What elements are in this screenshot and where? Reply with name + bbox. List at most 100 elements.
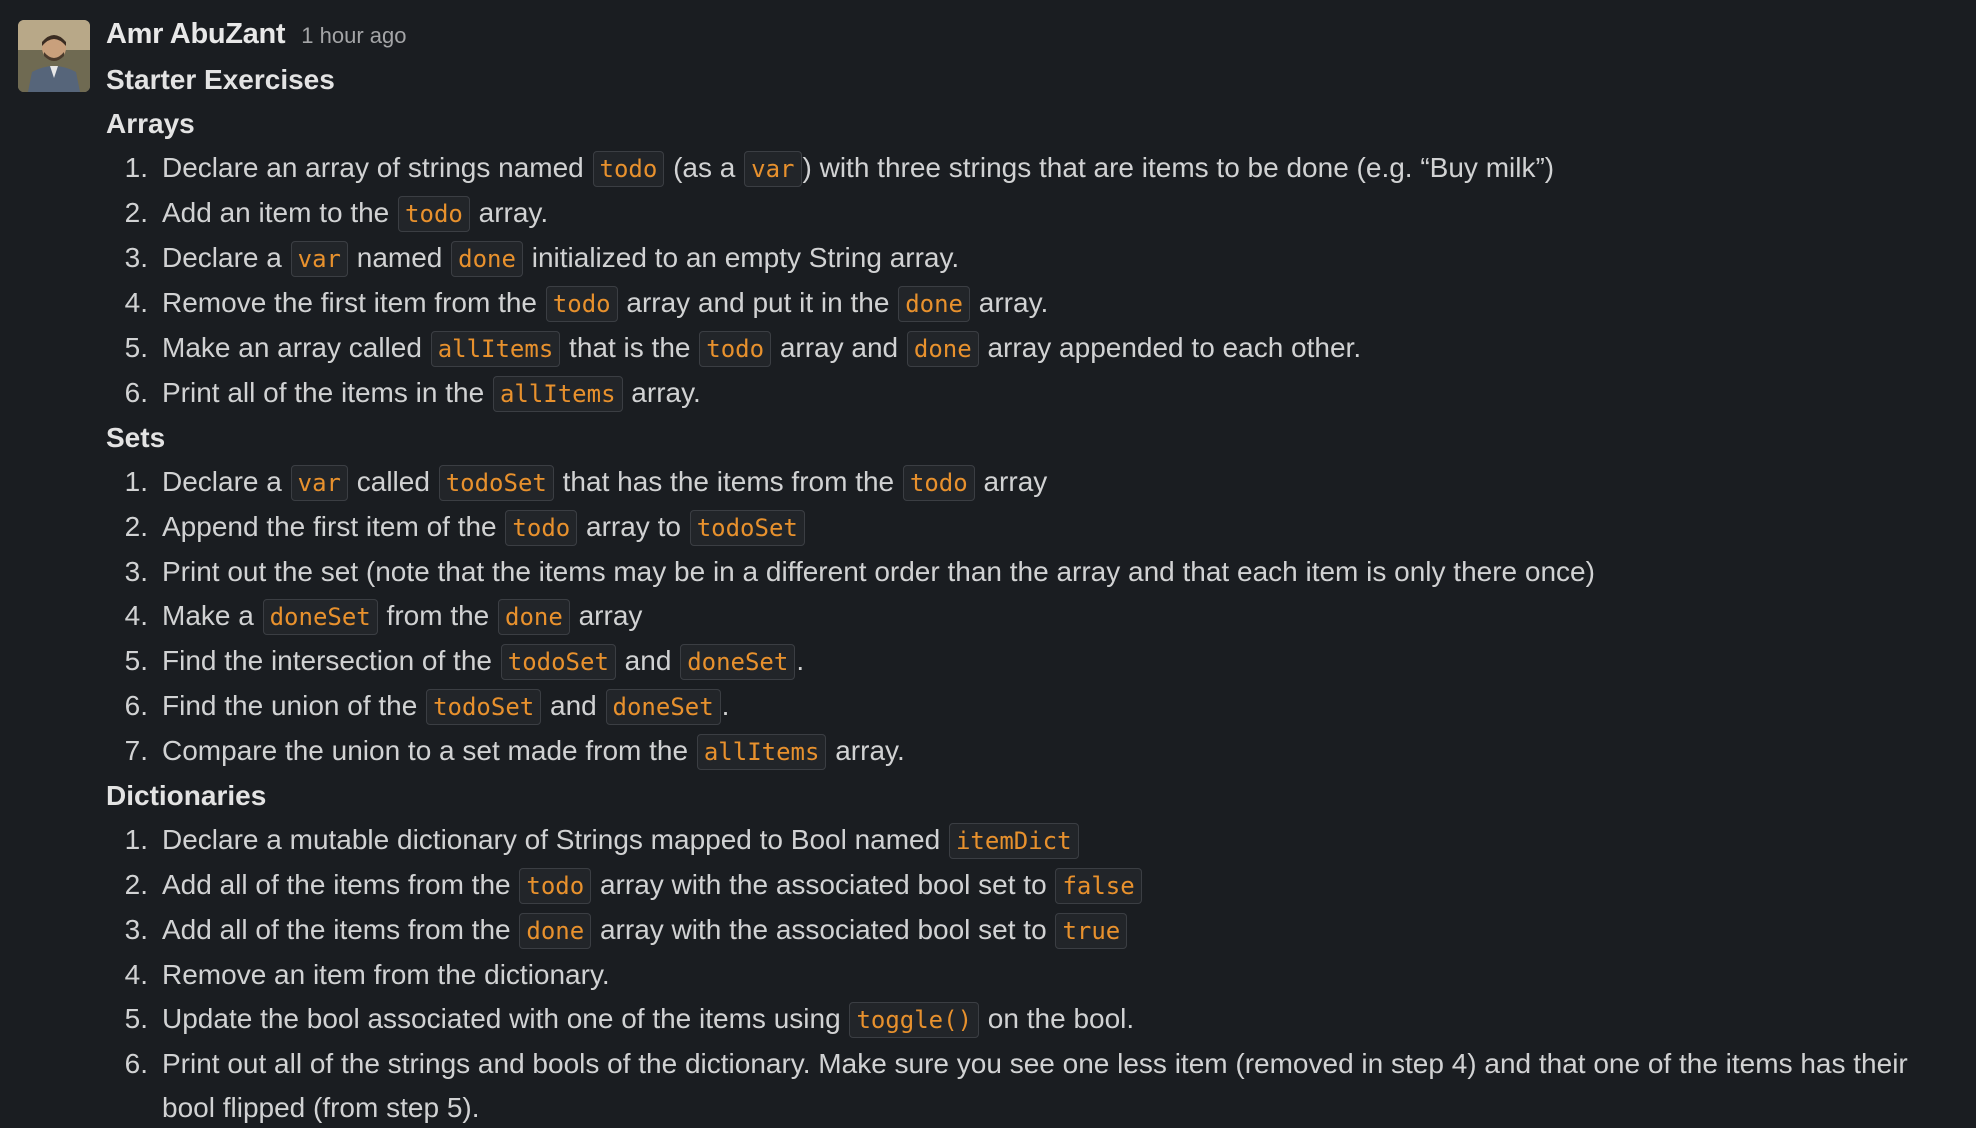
list-item-number: 2. bbox=[124, 511, 148, 542]
list-item: 4. Remove the first item from the todo ar… bbox=[106, 281, 1956, 326]
message-header: Amr AbuZant 1 hour ago bbox=[106, 18, 1956, 56]
list-item-text: array appended to each other. bbox=[979, 332, 1362, 363]
list-item: 2. Add an item to the todo array. bbox=[106, 191, 1956, 236]
list-item-text: Add an item to the bbox=[162, 197, 398, 228]
list-item: 6. Find the union of the todoSet and done… bbox=[106, 684, 1956, 729]
inline-code: todo bbox=[398, 196, 470, 232]
list-item-text: Find the intersection of the bbox=[162, 645, 500, 676]
list-item-text: array to bbox=[578, 511, 689, 542]
list-item: 5. Find the intersection of the todoSet a… bbox=[106, 639, 1956, 684]
list-item-number: 6. bbox=[124, 377, 148, 408]
inline-code: todo bbox=[519, 868, 592, 904]
list-item-number: 4. bbox=[124, 287, 148, 318]
message: Amr AbuZant 1 hour ago Starter Exercises… bbox=[0, 0, 1976, 1128]
inline-code: todoSet bbox=[689, 510, 805, 546]
list-item: 5. Update the bool associated with one of… bbox=[106, 997, 1956, 1042]
list-item-text: Remove an item from the dictionary. bbox=[162, 959, 610, 990]
inline-code: var bbox=[290, 241, 348, 277]
exercise-list-arrays: 1. Declare an array of strings named todo… bbox=[106, 146, 1956, 416]
list-item-number: 6. bbox=[124, 690, 148, 721]
list-item-text: (as a bbox=[665, 152, 744, 183]
inline-code: allItems bbox=[430, 331, 561, 367]
list-item: 1. Declare a var called todoSet that has … bbox=[106, 460, 1956, 505]
list-item-text: Make an array called bbox=[162, 332, 430, 363]
list-item-text: array with the associated bool set to bbox=[592, 914, 1055, 945]
list-item-number: 7. bbox=[124, 735, 148, 766]
list-item-text: array. bbox=[827, 735, 905, 766]
inline-code: toggle() bbox=[849, 1002, 980, 1038]
list-item: 7. Compare the union to a set made from t… bbox=[106, 729, 1956, 774]
list-item-text: Declare a bbox=[162, 466, 290, 497]
list-item-text: Make a bbox=[162, 600, 262, 631]
inline-code: todo bbox=[902, 465, 975, 501]
list-item-text: and bbox=[542, 690, 605, 721]
message-timestamp[interactable]: 1 hour ago bbox=[301, 23, 406, 49]
list-item-number: 2. bbox=[124, 197, 148, 228]
list-item-text: Add all of the items from the bbox=[162, 869, 519, 900]
list-item-text: that is the bbox=[561, 332, 699, 363]
list-item-text: named bbox=[348, 242, 451, 273]
inline-code: var bbox=[744, 151, 802, 187]
inline-code: done bbox=[498, 599, 570, 635]
message-body: Arrays 1. Declare an array of strings name… bbox=[106, 102, 1956, 1128]
inline-code: itemDict bbox=[948, 823, 1079, 859]
inline-code: var bbox=[290, 465, 348, 501]
list-item: 3. Add all of the items from the done arr… bbox=[106, 908, 1956, 953]
list-item-text: on the bool. bbox=[980, 1003, 1135, 1034]
list-item: 3. Print out the set (note that the items… bbox=[106, 550, 1956, 594]
list-item-text: Declare a bbox=[162, 242, 290, 273]
list-item-text: from the bbox=[378, 600, 498, 631]
inline-code: todo bbox=[545, 286, 618, 322]
list-item-text: array. bbox=[971, 287, 1049, 318]
list-item-text: Find the union of the bbox=[162, 690, 426, 721]
inline-code: done bbox=[519, 913, 592, 949]
list-item-number: 4. bbox=[124, 600, 148, 631]
inline-code: todoSet bbox=[426, 689, 542, 725]
list-item-number: 3. bbox=[124, 242, 148, 273]
inline-code: done bbox=[898, 286, 970, 322]
exercise-list-dictionaries: 1. Declare a mutable dictionary of String… bbox=[106, 818, 1956, 1128]
list-item-text: array and bbox=[772, 332, 906, 363]
inline-code: done bbox=[451, 241, 523, 277]
inline-code: doneSet bbox=[262, 599, 378, 635]
list-item-text: array. bbox=[623, 377, 701, 408]
exercise-list-sets: 1. Declare a var called todoSet that has … bbox=[106, 460, 1956, 774]
inline-code: todo bbox=[505, 510, 578, 546]
list-item-text: array bbox=[975, 466, 1048, 497]
inline-code: doneSet bbox=[680, 644, 796, 680]
list-item-number: 1. bbox=[124, 466, 148, 497]
list-item-number: 6. bbox=[124, 1048, 148, 1079]
list-item-number: 5. bbox=[124, 1003, 148, 1034]
inline-code: todo bbox=[592, 151, 665, 187]
list-item: 1. Declare a mutable dictionary of String… bbox=[106, 818, 1956, 863]
list-item-text: Compare the union to a set made from the bbox=[162, 735, 696, 766]
list-item-text: . bbox=[796, 645, 805, 676]
author-name[interactable]: Amr AbuZant bbox=[106, 18, 286, 51]
list-item-text: Print out all of the strings and bools o… bbox=[162, 1048, 1908, 1123]
list-item-text: . bbox=[721, 690, 730, 721]
list-item-text: Print out the set (note that the items m… bbox=[162, 556, 1595, 587]
list-item: 3. Declare a var named done initialized t… bbox=[106, 236, 1956, 281]
list-item: 4. Remove an item from the dictionary. bbox=[106, 953, 1956, 997]
list-item-number: 3. bbox=[124, 914, 148, 945]
inline-code: allItems bbox=[696, 734, 827, 770]
list-item-text: array with the associated bool set to bbox=[592, 869, 1055, 900]
list-item-text: initialized to an empty String array. bbox=[523, 242, 960, 273]
list-item-number: 5. bbox=[124, 645, 148, 676]
avatar[interactable] bbox=[18, 20, 90, 92]
inline-code: todoSet bbox=[438, 465, 554, 501]
inline-code: todoSet bbox=[500, 644, 616, 680]
section-heading-dictionaries: Dictionaries bbox=[106, 780, 267, 811]
inline-code: allItems bbox=[492, 376, 623, 412]
list-item-text: array and put it in the bbox=[618, 287, 898, 318]
list-item: 6. Print all of the items in the allItems… bbox=[106, 371, 1956, 416]
list-item: 1. Declare an array of strings named todo… bbox=[106, 146, 1956, 191]
inline-code: false bbox=[1055, 868, 1142, 904]
list-item-text: Remove the first item from the bbox=[162, 287, 545, 318]
list-item-text: Print all of the items in the bbox=[162, 377, 492, 408]
list-item: 4. Make a doneSet from the done array bbox=[106, 594, 1956, 639]
list-item-text: array. bbox=[470, 197, 549, 228]
list-item-text: array bbox=[570, 600, 643, 631]
list-item-number: 3. bbox=[124, 556, 148, 587]
list-item-text: ) with three strings that are items to b… bbox=[802, 152, 1555, 183]
